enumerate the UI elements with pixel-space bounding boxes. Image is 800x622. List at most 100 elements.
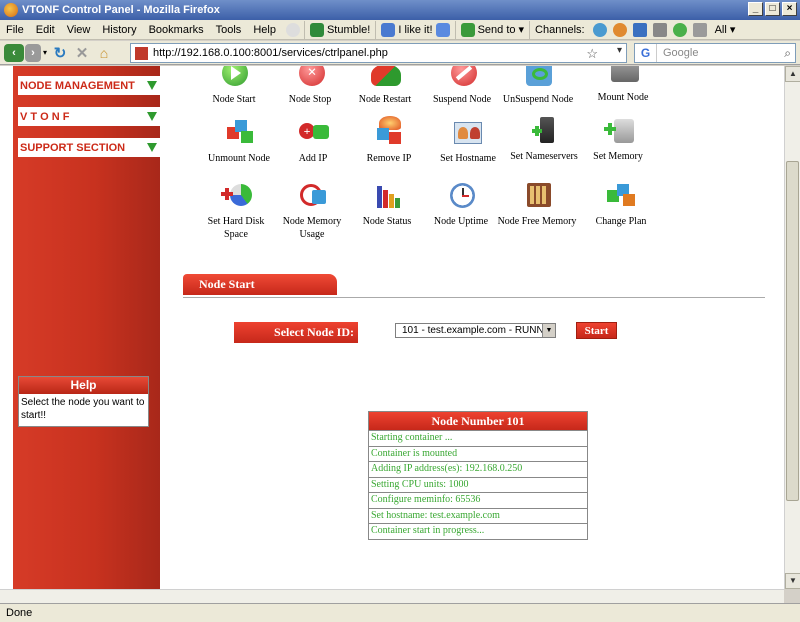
start-button[interactable]: Start xyxy=(576,322,617,339)
set-nameservers-icon xyxy=(528,117,560,147)
node-memory-usage-icon xyxy=(296,182,328,212)
sidebar-item-node-management[interactable]: NODE MANAGEMENT xyxy=(18,76,160,95)
node-uptime-action[interactable]: Node Uptime xyxy=(421,182,501,228)
node-stop-action[interactable]: × Node Stop xyxy=(270,66,350,106)
table-row: Set hostname: test.example.com xyxy=(369,507,587,524)
tv-icon[interactable] xyxy=(652,22,667,37)
menu-help[interactable]: Help xyxy=(247,24,282,36)
window-icon[interactable] xyxy=(632,22,647,37)
select-node-label: Select Node ID: xyxy=(234,322,358,343)
i-like-it-button[interactable]: I like it! xyxy=(375,20,454,39)
node-table-title: Node Number 101 xyxy=(369,412,587,430)
reload-icon[interactable]: ↻ xyxy=(51,44,69,62)
send-icon xyxy=(460,22,475,37)
help-title: Help xyxy=(19,377,148,394)
stumbleupon-icon xyxy=(309,22,324,37)
page-content: NODE MANAGEMENT V T O N F SUPPORT SECTIO… xyxy=(0,66,784,589)
table-row: Adding IP address(es): 192.168.0.250 xyxy=(369,461,587,477)
set-memory-icon xyxy=(602,117,634,147)
node-output-table: Node Number 101 Starting container ... C… xyxy=(368,411,588,540)
node-uptime-icon xyxy=(445,182,477,212)
remove-ip-icon xyxy=(373,116,405,149)
tag-icon[interactable] xyxy=(692,22,707,37)
close-button[interactable]: × xyxy=(782,2,797,16)
sidebar-item-vtonf[interactable]: V T O N F xyxy=(18,107,160,126)
set-nameservers-action[interactable]: Set Nameservers xyxy=(504,117,584,163)
status-bar: Done xyxy=(0,603,800,622)
node-status-action[interactable]: Node Status xyxy=(347,182,427,228)
url-history-dropdown-icon[interactable]: ▾ xyxy=(617,45,622,56)
recycle-icon[interactable] xyxy=(672,22,687,37)
mount-node-action[interactable]: Mount Node xyxy=(583,66,663,104)
forward-button[interactable]: › xyxy=(25,43,41,62)
sidebar-item-support-section[interactable]: SUPPORT SECTION xyxy=(18,138,160,157)
send-to-button[interactable]: Send to ▾ xyxy=(454,20,529,39)
help-box: Help Select the node you want to start!! xyxy=(18,376,149,427)
chevron-down-icon[interactable]: ▼ xyxy=(542,324,555,337)
menu-view[interactable]: View xyxy=(61,24,97,36)
unsuspend-node-action[interactable]: UnSuspend Node xyxy=(498,66,578,106)
search-placeholder: Google xyxy=(663,47,699,59)
url-bar[interactable]: http://192.168.0.100:8001/services/ctrlp… xyxy=(130,43,627,63)
vertical-scrollbar[interactable]: ▲ ▼ xyxy=(784,66,800,589)
people-icon[interactable] xyxy=(612,22,627,37)
menu-history[interactable]: History xyxy=(96,24,142,36)
set-hostname-icon xyxy=(452,119,484,149)
back-button[interactable]: ‹ xyxy=(4,43,24,62)
change-plan-action[interactable]: Change Plan xyxy=(581,182,661,228)
table-row: Setting CPU units: 1000 xyxy=(369,476,587,493)
globe-icon[interactable] xyxy=(592,22,607,37)
add-ip-icon: + xyxy=(297,119,329,149)
google-engine-icon[interactable]: G xyxy=(635,44,657,62)
scroll-up-icon[interactable]: ▲ xyxy=(785,66,800,82)
expand-arrow-icon xyxy=(147,143,157,152)
section-divider xyxy=(183,297,765,298)
menu-bar: File Edit View History Bookmarks Tools H… xyxy=(0,20,800,40)
stumble-button[interactable]: Stumble! xyxy=(303,20,375,39)
node-free-memory-icon xyxy=(521,182,553,212)
maximize-button[interactable]: □ xyxy=(765,2,780,16)
unmount-node-action[interactable]: Unmount Node xyxy=(199,119,279,165)
node-status-icon xyxy=(371,182,403,212)
node-start-action[interactable]: Node Start xyxy=(194,66,274,106)
minimize-button[interactable]: _ xyxy=(748,2,763,16)
expand-arrow-icon xyxy=(147,112,157,121)
firefox-icon xyxy=(4,3,18,17)
site-favicon-icon xyxy=(135,47,148,60)
set-hostname-action[interactable]: Set Hostname xyxy=(428,119,508,165)
search-icon[interactable]: ⌕ xyxy=(784,46,791,61)
thumbs-up-icon xyxy=(381,22,396,37)
expand-arrow-icon xyxy=(147,81,157,90)
menu-file[interactable]: File xyxy=(0,24,30,36)
thumbs-down-icon[interactable] xyxy=(435,22,450,37)
menu-edit[interactable]: Edit xyxy=(30,24,61,36)
home-icon[interactable]: ⌂ xyxy=(95,44,113,62)
history-dropdown-icon[interactable]: ▾ xyxy=(43,48,47,57)
menu-bookmarks[interactable]: Bookmarks xyxy=(143,24,210,36)
bookmark-star-icon[interactable]: ☆ xyxy=(586,46,598,62)
menu-tools[interactable]: Tools xyxy=(210,24,248,36)
mount-node-icon xyxy=(607,66,639,88)
remove-ip-action[interactable]: Remove IP xyxy=(349,116,429,165)
horizontal-scrollbar[interactable] xyxy=(0,589,784,603)
node-memory-usage-action[interactable]: Node Memory Usage xyxy=(272,182,352,241)
chevron-down-icon: ▾ xyxy=(729,24,736,36)
chevron-down-icon: ▾ xyxy=(518,24,525,36)
suspend-node-action[interactable]: Suspend Node xyxy=(422,66,502,106)
node-free-memory-action[interactable]: Node Free Memory xyxy=(497,182,577,228)
table-row: Configure meminfo: 65536 xyxy=(369,492,587,508)
window-title: VTONF Control Panel - Mozilla Firefox xyxy=(22,4,220,16)
stop-icon[interactable]: ✕ xyxy=(73,44,91,62)
left-sidebar: NODE MANAGEMENT V T O N F SUPPORT SECTIO… xyxy=(13,66,160,589)
set-memory-action[interactable]: Set Memory xyxy=(578,117,658,163)
table-row: Container start in progress... xyxy=(369,523,587,539)
node-restart-action[interactable]: Node Restart xyxy=(345,66,425,106)
scrollbar-thumb[interactable] xyxy=(786,161,799,501)
add-ip-action[interactable]: + Add IP xyxy=(273,119,353,165)
node-id-select[interactable]: 101 - test.example.com - RUNNING ▼ xyxy=(395,323,556,338)
search-box[interactable]: G Google ⌕ xyxy=(634,43,796,63)
all-channels-button[interactable]: All ▾ xyxy=(710,21,741,39)
scroll-down-icon[interactable]: ▼ xyxy=(785,573,800,589)
set-hard-disk-space-action[interactable]: Set Hard Disk Space xyxy=(196,182,276,241)
node-restart-icon xyxy=(369,66,401,90)
